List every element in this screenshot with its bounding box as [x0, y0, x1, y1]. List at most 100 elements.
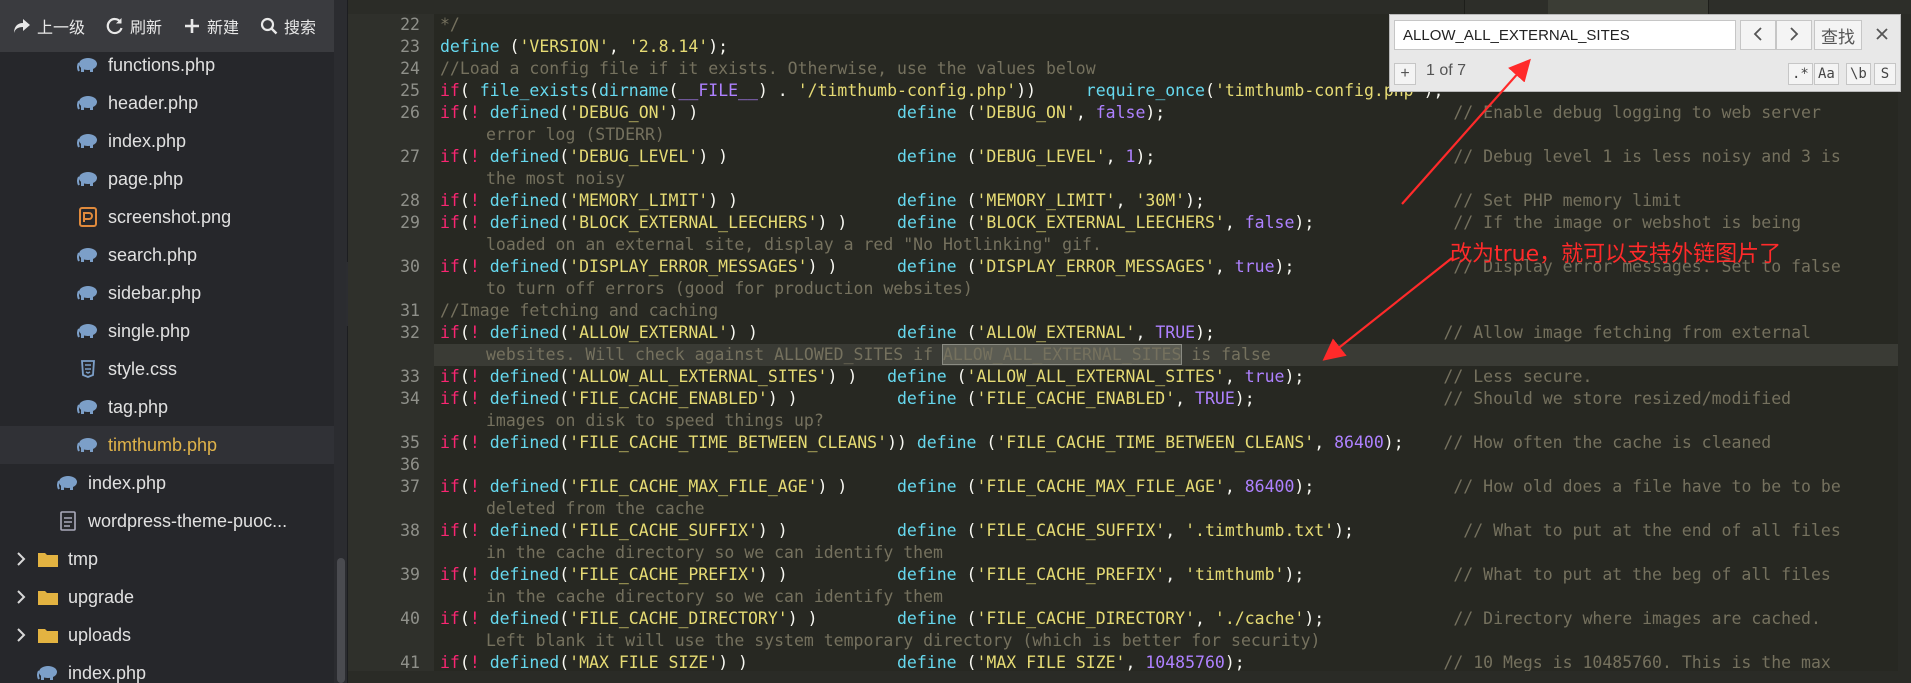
file-tree-item-label: tmp [68, 548, 99, 569]
up-level-button[interactable]: 上一级 [0, 0, 93, 52]
code-line[interactable]: define ('VERSION', '2.8.14'); [440, 36, 728, 58]
close-icon [1876, 24, 1888, 45]
file-tree-item[interactable]: index.php [0, 122, 347, 160]
refresh-button[interactable]: 刷新 [93, 0, 170, 52]
code-line-wrap[interactable]: in the cache directory so we can identif… [486, 586, 943, 608]
code-token: if [440, 521, 460, 540]
code-token: ( [559, 521, 570, 540]
file-tree-item[interactable]: index.php [0, 464, 347, 502]
code-line[interactable]: if(! defined('FILE_CACHE_SUFFIX') ) defi… [440, 520, 1841, 542]
editor-tab[interactable] [348, 0, 641, 14]
file-tree-item[interactable]: sidebar.php [0, 274, 347, 312]
file-tree-item[interactable]: functions.php [0, 46, 347, 84]
code-line[interactable]: if(! defined('FILE_CACHE_PREFIX') ) defi… [440, 564, 1831, 586]
selection-toggle[interactable]: S [1874, 63, 1896, 85]
find-prev-button[interactable] [1740, 20, 1776, 50]
code-token: 'MEMORY_LIMIT' [976, 191, 1116, 210]
file-tree-item[interactable]: single.php [0, 312, 347, 350]
line-number: 37 [400, 477, 420, 496]
code-line-wrap[interactable]: websites. Will check against ALLOWED_SIT… [486, 344, 1271, 366]
code-token: 'ALLOW_EXTERNAL' [976, 323, 1136, 342]
code-line[interactable]: if(! defined('FILE_CACHE_TIME_BETWEEN_CL… [440, 432, 1771, 454]
case-sensitive-toggle[interactable]: Aa [1814, 63, 1839, 85]
file-tree-item[interactable]: wordpress-theme-puoc... [0, 502, 347, 540]
file-tree-item[interactable]: index.php [0, 654, 347, 683]
editor-tab[interactable] [846, 0, 1055, 14]
chevron-right-icon[interactable] [10, 623, 32, 647]
code-line[interactable]: if(! defined('DEBUG_ON') ) define ('DEBU… [440, 102, 1821, 124]
chevron-right-icon[interactable] [10, 547, 32, 571]
code-line[interactable]: if(! defined('BLOCK_EXTERNAL_LEECHERS') … [440, 212, 1801, 234]
code-token: define [897, 191, 957, 210]
code-line[interactable]: if(! defined('FILE_CACHE_MAX_FILE_AGE') … [440, 476, 1841, 498]
new-button[interactable]: 新建 [170, 0, 247, 52]
code-line-wrap[interactable]: images on disk to speed things up? [486, 410, 824, 432]
code-line[interactable]: if(! defined('DEBUG_LEVEL') ) define ('D… [440, 146, 1841, 168]
find-button[interactable]: 查找 [1814, 20, 1862, 50]
code-line[interactable]: if(! defined('ALLOW_ALL_EXTERNAL_SITES')… [440, 366, 1592, 388]
code-line-wrap[interactable]: in the cache directory so we can identif… [486, 542, 943, 564]
editor-tab[interactable] [750, 0, 847, 14]
search-button[interactable]: 搜索 [247, 0, 324, 52]
file-tree-item[interactable]: screenshot.png [0, 198, 347, 236]
code-token: ( [668, 81, 679, 100]
file-tree-item[interactable]: header.php [0, 84, 347, 122]
code-token: ); [1135, 147, 1454, 166]
code-token: define [897, 323, 957, 342]
file-tree-item[interactable]: style.css [0, 350, 347, 388]
sidebar-scrollbar-thumb[interactable] [337, 558, 345, 683]
code-line[interactable]: if(! defined('ALLOW_EXTERNAL') ) define … [440, 322, 1811, 344]
code-token: if [440, 147, 460, 166]
chevron-right-icon[interactable] [10, 585, 32, 609]
code-line[interactable]: if(! defined('FILE_CACHE_DIRECTORY') ) d… [440, 608, 1821, 630]
code-line[interactable]: if( file_exists(dirname(__FILE__) . '/ti… [440, 80, 1443, 102]
editor-vertical-scrollbar[interactable] [1898, 14, 1911, 671]
file-tree-item[interactable]: upgrade [0, 578, 340, 616]
search-label: 搜索 [284, 20, 317, 37]
code-line-wrap[interactable]: loaded on an external site, display a re… [486, 234, 1102, 256]
code-token: defined [489, 433, 560, 452]
code-line-wrap[interactable]: error log (STDERR) [486, 124, 665, 146]
close-find-button[interactable] [1870, 22, 1894, 46]
editor-horizontal-scrollbar[interactable] [348, 671, 1911, 683]
whole-word-toggle[interactable]: \b [1846, 63, 1871, 85]
code-line[interactable]: //Load a config file if it exists. Other… [440, 58, 1096, 80]
file-tree-item[interactable]: search.php [0, 236, 347, 274]
file-tree-item[interactable]: tag.php [0, 388, 347, 426]
find-next-button[interactable] [1776, 20, 1812, 50]
code-line-wrap[interactable]: deleted from the cache [486, 498, 705, 520]
code-line[interactable]: */ [440, 14, 460, 36]
editor-tab[interactable] [1364, 0, 1465, 14]
file-tree-item[interactable]: page.php [0, 160, 347, 198]
code-line-wrap[interactable]: Left blank it will use the system tempor… [486, 630, 1320, 652]
file-tree-item[interactable]: tmp [0, 540, 340, 578]
file-tree-item[interactable]: uploads [0, 616, 340, 654]
file-tree-item-label: index.php [108, 130, 187, 151]
editor-tab-active[interactable] [1548, 0, 1709, 14]
code-line[interactable]: if(! defined('MEMORY_LIMIT') ) define ('… [440, 190, 1682, 212]
regex-toggle[interactable]: .* [1788, 63, 1813, 85]
find-expand-button[interactable]: + [1394, 63, 1416, 85]
code-token: , [1175, 389, 1196, 408]
editor-tab[interactable] [1054, 0, 1365, 14]
file-tree-item[interactable]: timthumb.php [0, 426, 347, 464]
line-number: 33 [400, 367, 420, 386]
code-token: ( [559, 103, 570, 122]
code-editor[interactable]: 22 23 24 25 26 27 28 29 30 31 32 33 34 35 36 37 38 39 40 41… [348, 0, 1911, 683]
editor-tab[interactable] [640, 0, 751, 14]
php-elephant-icon [36, 661, 60, 683]
code-line-wrap[interactable]: the most noisy [486, 168, 625, 190]
code-line-wrap[interactable]: to turn off errors (good for production … [486, 278, 973, 300]
find-input[interactable]: ALLOW_ALL_EXTERNAL_SITES [1394, 20, 1736, 50]
code-token: ) ) [817, 213, 898, 232]
code-token: ); [1284, 565, 1454, 584]
code-token: ) ) [728, 323, 898, 342]
code-line[interactable]: if(! defined('FILE_CACHE_ENABLED') ) def… [440, 388, 1791, 410]
file-tree-item-label: single.php [108, 320, 191, 341]
code-line[interactable]: //Image fetching and caching [440, 300, 718, 322]
code-token: ( [459, 257, 470, 276]
code-token: 'FILE_CACHE_ENABLED' [569, 389, 768, 408]
